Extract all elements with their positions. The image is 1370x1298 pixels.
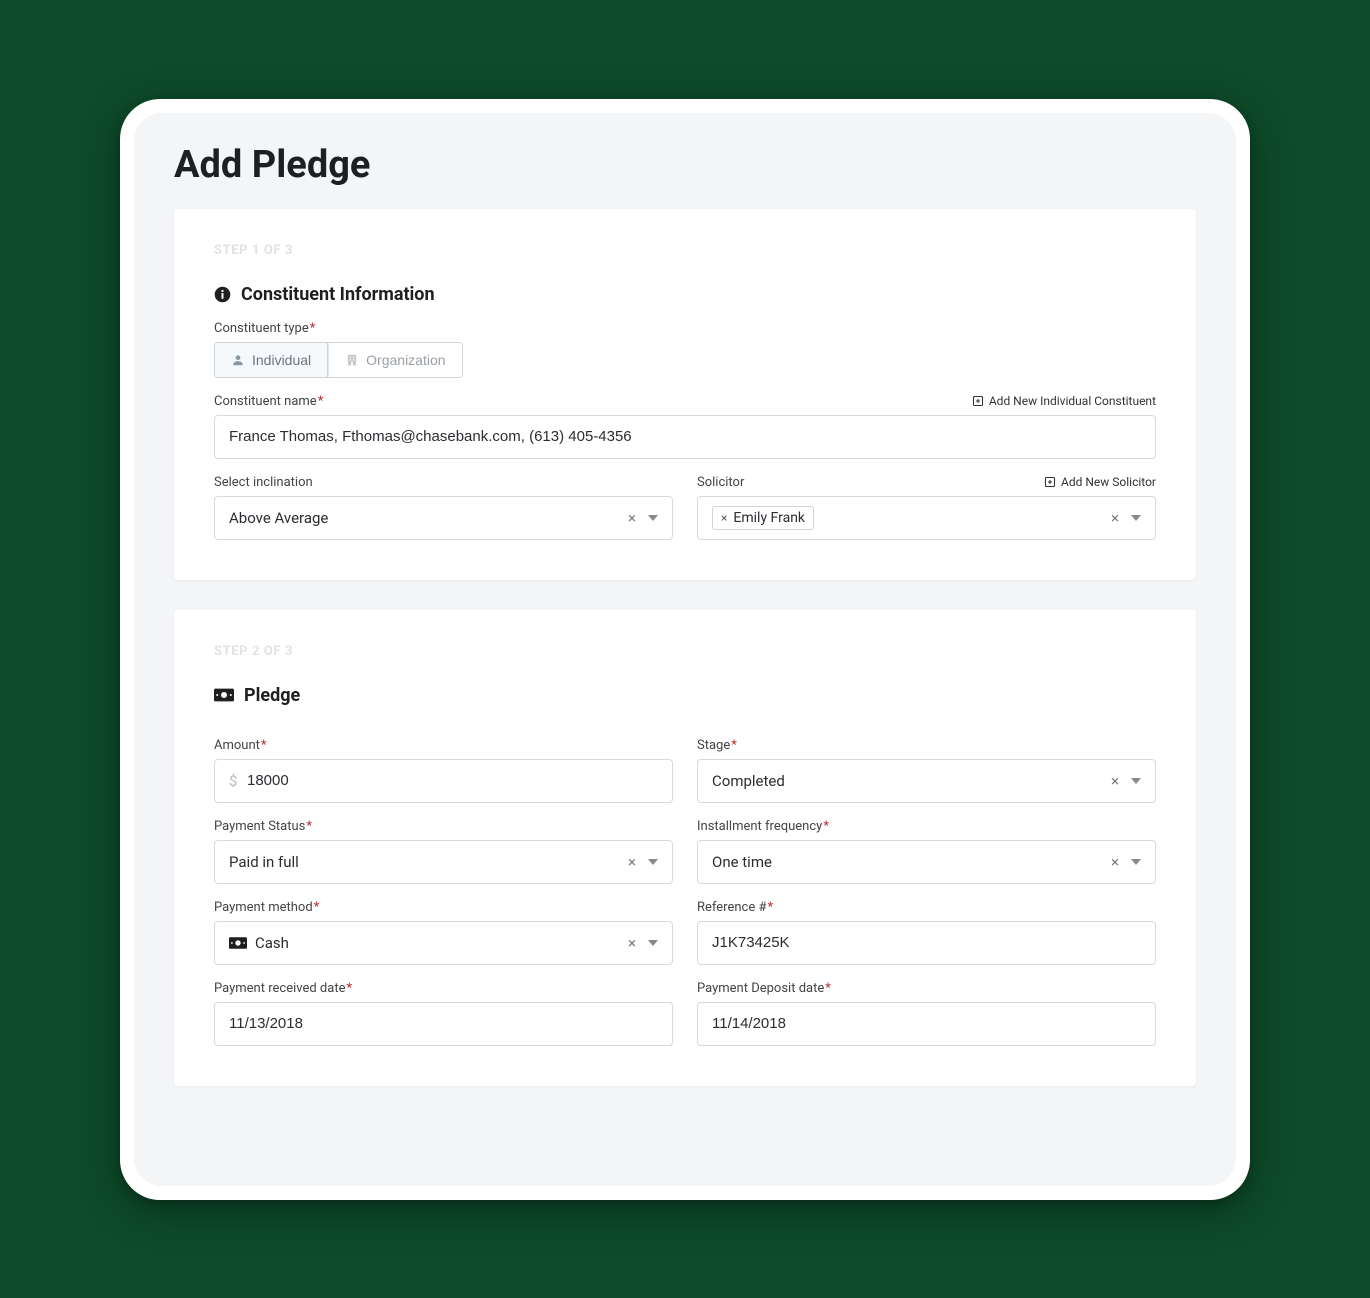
stage-label: Stage* bbox=[697, 738, 1156, 753]
step2-panel: STEP 2 OF 3 Pledge Amount* $ bbox=[174, 610, 1196, 1086]
amount-field[interactable] bbox=[229, 772, 658, 789]
money-icon bbox=[229, 937, 247, 949]
step1-section-title: Constituent Information bbox=[214, 284, 1156, 305]
deposit-date-field[interactable] bbox=[712, 1015, 1141, 1032]
constituent-name-field[interactable] bbox=[229, 428, 1141, 445]
constituent-type-toggle: Individual Organization bbox=[214, 342, 463, 378]
reference-input[interactable] bbox=[697, 921, 1156, 965]
currency-prefix: $ bbox=[229, 772, 237, 790]
payment-method-select[interactable]: Cash × bbox=[214, 921, 673, 965]
payment-method-label: Payment method* bbox=[214, 900, 673, 915]
payment-method-value: Cash bbox=[255, 934, 289, 952]
clear-icon[interactable]: × bbox=[628, 853, 636, 871]
close-icon[interactable]: × bbox=[721, 511, 727, 525]
payment-status-select[interactable]: Paid in full × bbox=[214, 840, 673, 884]
step2-section-title: Pledge bbox=[214, 685, 1156, 706]
inclination-label: Select inclination bbox=[214, 475, 673, 490]
constituent-name-label: Constituent name* bbox=[214, 394, 323, 409]
constituent-type-label: Constituent type* bbox=[214, 321, 1156, 336]
amount-label: Amount* bbox=[214, 738, 673, 753]
solicitor-select[interactable]: × Emily Frank × bbox=[697, 496, 1156, 540]
stage-select[interactable]: Completed × bbox=[697, 759, 1156, 803]
step1-label: STEP 1 OF 3 bbox=[214, 243, 1156, 258]
reference-field[interactable] bbox=[712, 934, 1141, 951]
installment-select[interactable]: One time × bbox=[697, 840, 1156, 884]
inclination-select[interactable]: Above Average × bbox=[214, 496, 673, 540]
money-icon bbox=[214, 688, 234, 702]
clear-icon[interactable]: × bbox=[1111, 853, 1119, 871]
pledge-heading: Pledge bbox=[244, 685, 300, 706]
add-new-individual-link[interactable]: Add New Individual Constituent bbox=[972, 394, 1156, 408]
installment-value: One time bbox=[712, 853, 1111, 871]
payment-status-label: Payment Status* bbox=[214, 819, 673, 834]
clear-icon[interactable]: × bbox=[1111, 772, 1119, 790]
chevron-down-icon bbox=[1131, 515, 1141, 521]
plus-square-icon bbox=[1044, 476, 1056, 488]
clear-icon[interactable]: × bbox=[628, 509, 636, 527]
received-date-label: Payment received date* bbox=[214, 981, 673, 996]
person-icon bbox=[231, 353, 245, 367]
received-date-input[interactable] bbox=[214, 1002, 673, 1046]
chevron-down-icon bbox=[1131, 859, 1141, 865]
chevron-down-icon bbox=[648, 859, 658, 865]
chevron-down-icon bbox=[648, 515, 658, 521]
constituent-info-heading: Constituent Information bbox=[241, 284, 435, 305]
stage-value: Completed bbox=[712, 772, 1111, 790]
solicitor-token[interactable]: × Emily Frank bbox=[712, 506, 814, 530]
received-date-field[interactable] bbox=[229, 1015, 658, 1032]
organization-toggle[interactable]: Organization bbox=[328, 343, 461, 377]
deposit-date-label: Payment Deposit date* bbox=[697, 981, 1156, 996]
add-new-solicitor-link[interactable]: Add New Solicitor bbox=[1044, 475, 1156, 489]
payment-status-value: Paid in full bbox=[229, 853, 628, 871]
constituent-name-input[interactable] bbox=[214, 415, 1156, 459]
clear-icon[interactable]: × bbox=[628, 934, 636, 952]
installment-label: Installment frequency* bbox=[697, 819, 1156, 834]
plus-square-icon bbox=[972, 395, 984, 407]
chevron-down-icon bbox=[648, 940, 658, 946]
page-title: Add Pledge bbox=[134, 143, 1236, 209]
clear-icon[interactable]: × bbox=[1111, 509, 1119, 527]
reference-label: Reference #* bbox=[697, 900, 1156, 915]
step2-label: STEP 2 OF 3 bbox=[214, 644, 1156, 659]
form-card: Add Pledge STEP 1 OF 3 Constituent Infor… bbox=[120, 99, 1250, 1200]
page-body: Add Pledge STEP 1 OF 3 Constituent Infor… bbox=[134, 113, 1236, 1186]
solicitor-label: Solicitor bbox=[697, 475, 744, 490]
building-icon bbox=[345, 353, 359, 367]
chevron-down-icon bbox=[1131, 778, 1141, 784]
amount-input[interactable]: $ bbox=[214, 759, 673, 803]
step1-panel: STEP 1 OF 3 Constituent Information Cons… bbox=[174, 209, 1196, 580]
info-icon bbox=[214, 286, 231, 303]
deposit-date-input[interactable] bbox=[697, 1002, 1156, 1046]
inclination-value: Above Average bbox=[229, 509, 628, 527]
individual-toggle[interactable]: Individual bbox=[215, 343, 328, 377]
